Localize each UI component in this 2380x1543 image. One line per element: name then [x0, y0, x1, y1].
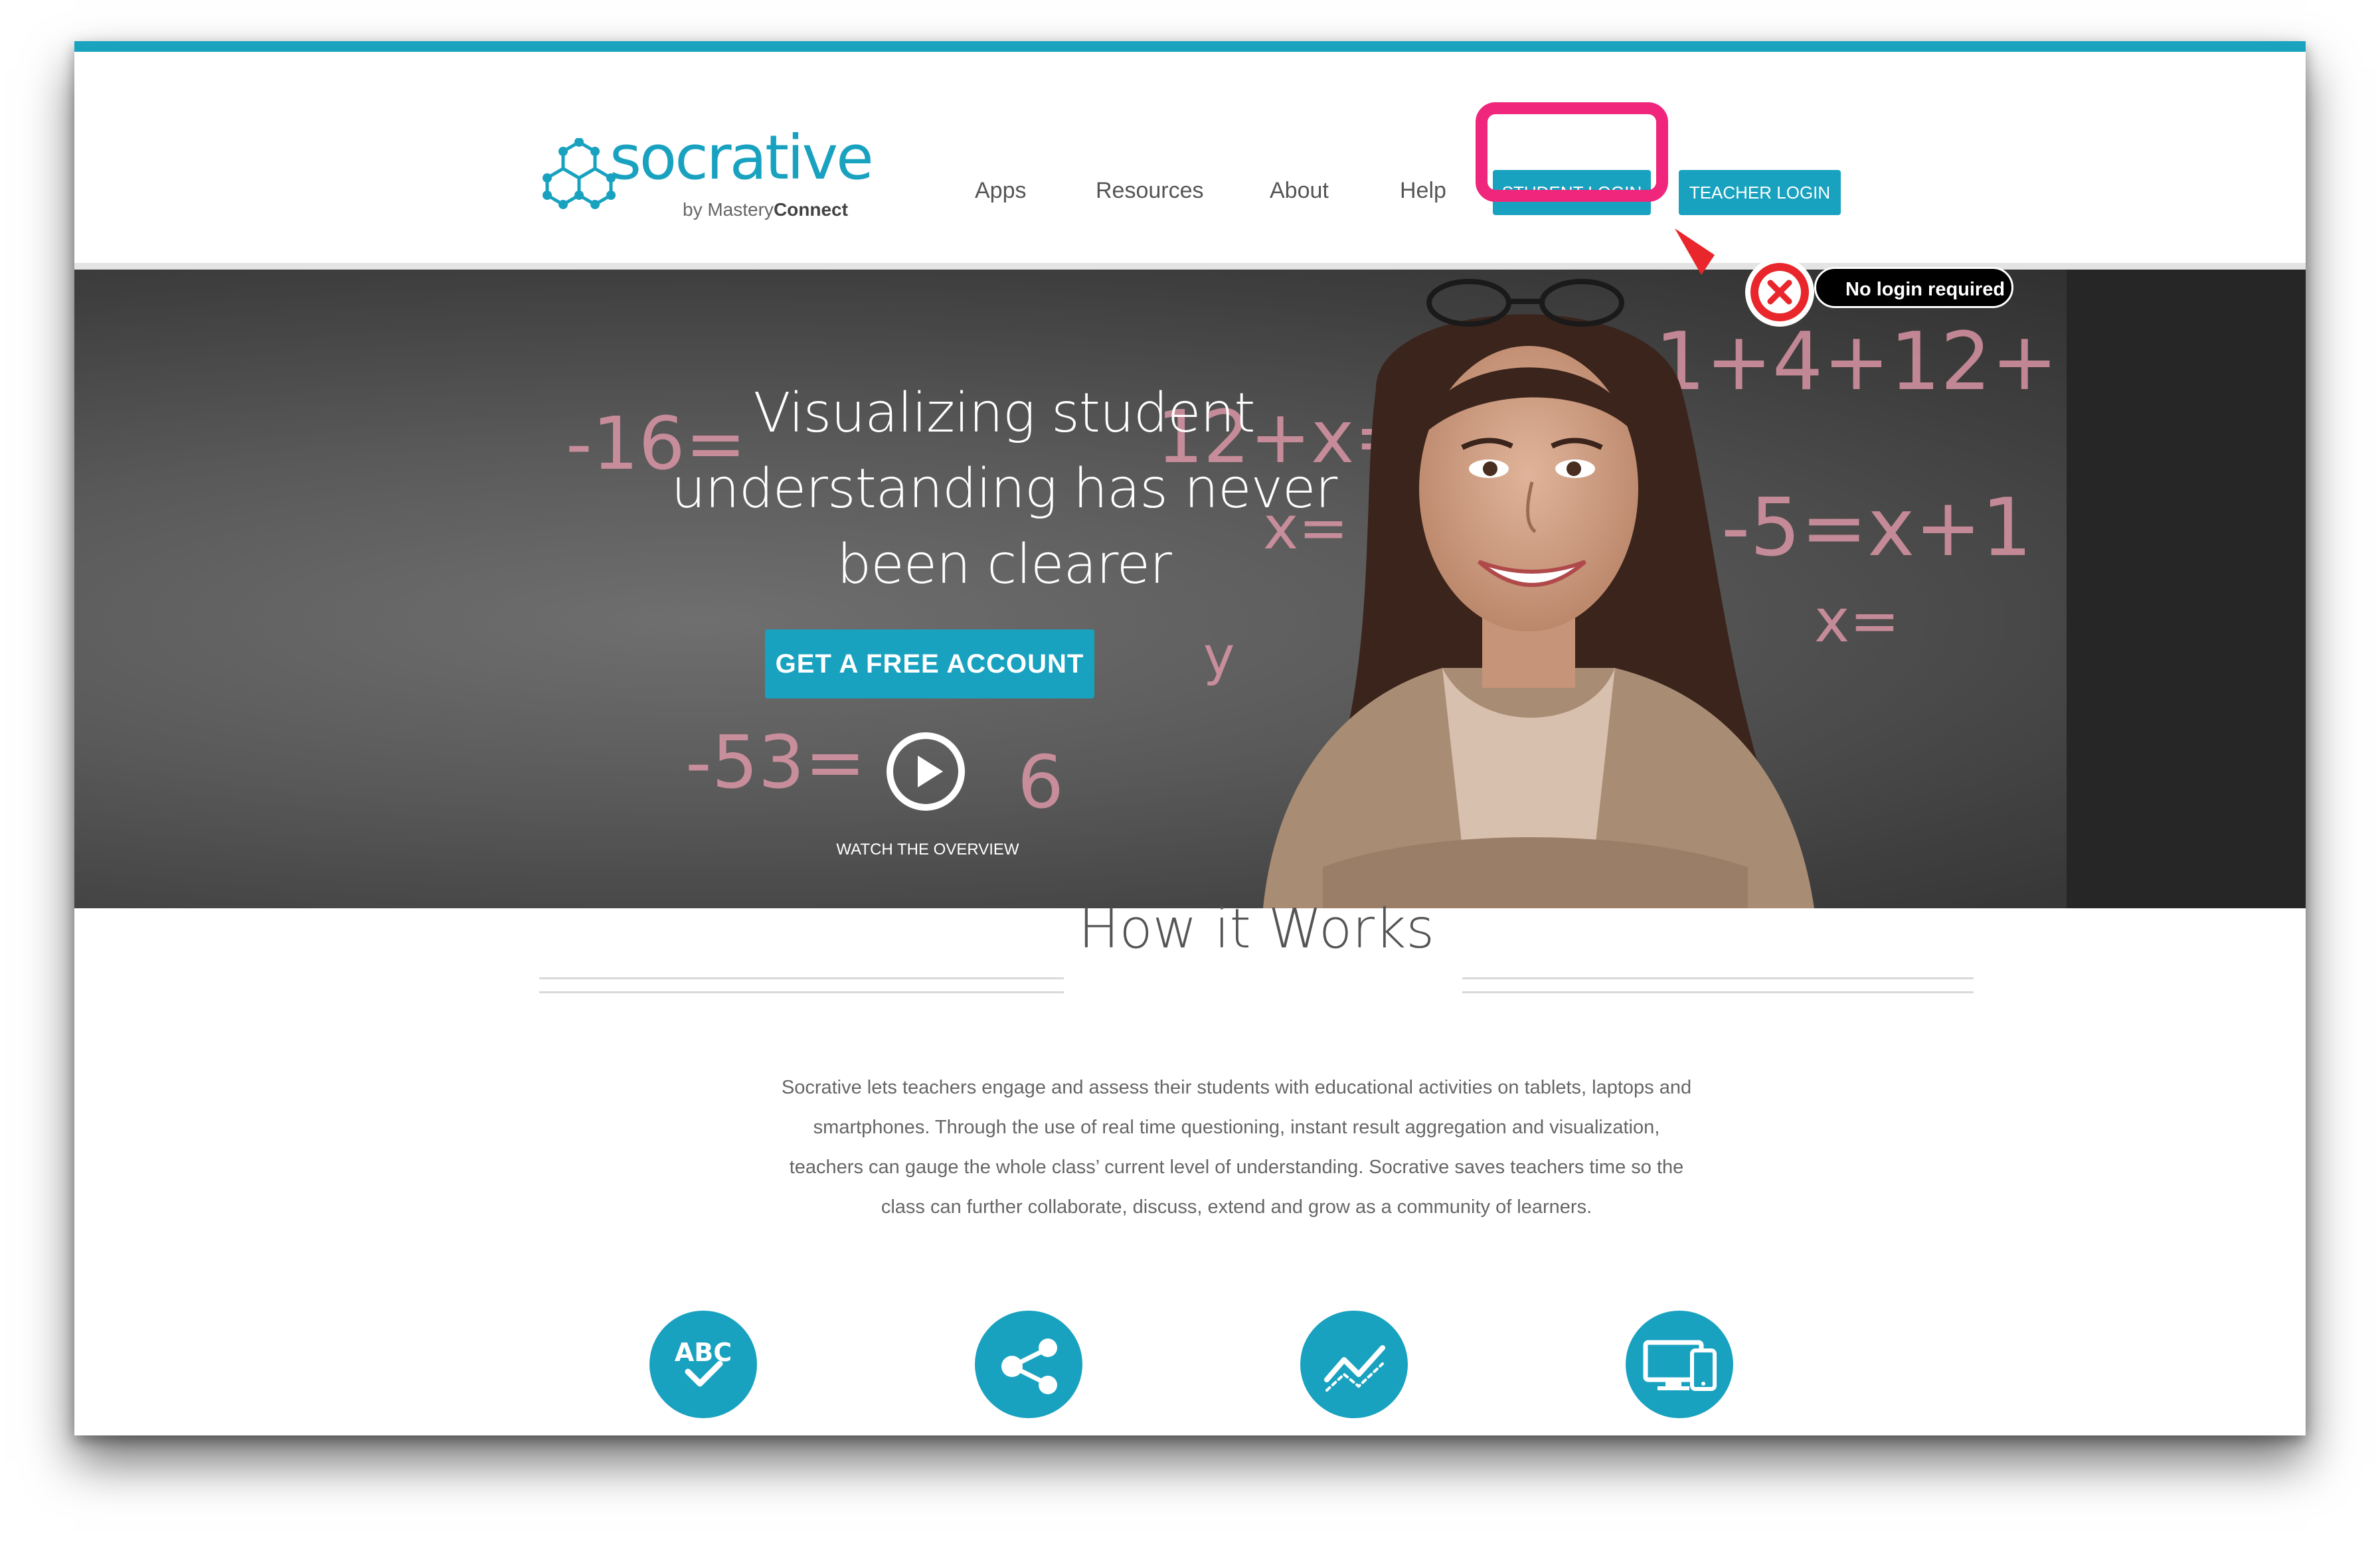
watch-overview-link[interactable]: WATCH THE OVERVIEW — [738, 841, 1117, 859]
play-icon[interactable] — [885, 730, 967, 813]
description-line-1: Socrative lets teachers engage and asses… — [781, 1077, 1692, 1098]
x-circle-icon — [1745, 258, 1814, 327]
feature-devices[interactable] — [1626, 1311, 1733, 1418]
logo-byline: by MasteryConnect — [683, 199, 848, 220]
description-line-3: teachers can gauge the whole class’ curr… — [789, 1157, 1684, 1178]
callout-pointer — [1675, 228, 1715, 275]
nav-apps[interactable]: Apps — [975, 178, 1027, 204]
browser-page: socrative by MasteryConnect Apps Resourc… — [74, 41, 2306, 1435]
annotation-highlight-box — [1476, 102, 1668, 202]
hero-headline-line-3: been clearer — [837, 533, 1172, 596]
chart-trend-icon — [1324, 1345, 1385, 1392]
teacher-login-button[interactable]: TEACHER LOGIN — [1679, 170, 1841, 215]
get-free-account-button[interactable]: GET A FREE ACCOUNT — [765, 629, 1094, 698]
no-login-callout: No login required — [1741, 258, 2020, 327]
divider-right — [1462, 977, 1974, 993]
feature-share[interactable] — [975, 1311, 1082, 1418]
divider-left — [539, 977, 1064, 993]
callout-label: No login required — [1814, 267, 2013, 308]
share-icon — [1001, 1339, 1057, 1394]
logo-wordmark: socrative — [610, 122, 874, 193]
hero-headline: Visualizing student understanding has ne… — [539, 376, 1469, 603]
logo-byline-prefix: by Mastery — [683, 199, 774, 220]
nav-help[interactable]: Help — [1400, 178, 1446, 204]
abc-label: ABC — [675, 1338, 732, 1367]
nav-about[interactable]: About — [1270, 178, 1329, 204]
hexagon-logo-icon — [543, 138, 616, 209]
hero-section: 1+4+12+16 -5=x+1 x= -16= 12+x= x= -53= 6… — [74, 270, 2306, 908]
logo-byline-bold: Connect — [773, 199, 848, 220]
top-accent-bar — [74, 41, 2306, 52]
nav-resources[interactable]: Resources — [1096, 178, 1204, 204]
chalk-eq-8: 6 — [1017, 740, 1064, 825]
abc-check-icon: ABC — [675, 1338, 732, 1387]
chalk-eq-7: -53= — [685, 720, 866, 805]
how-it-works-description: Socrative lets teachers engage and asses… — [705, 1068, 1768, 1227]
description-line-2: smartphones. Through the use of real tim… — [813, 1117, 1660, 1138]
devices-icon — [1643, 1340, 1717, 1391]
site-header: socrative by MasteryConnect Apps Resourc… — [74, 52, 2306, 270]
description-line-4: class can further collaborate, discuss, … — [881, 1196, 1592, 1218]
feature-abc-check[interactable]: ABC — [649, 1311, 757, 1418]
socrative-logo[interactable]: socrative by MasteryConnect — [539, 127, 874, 238]
feature-trend-chart[interactable] — [1300, 1311, 1408, 1418]
how-it-works-heading: How it Works — [1078, 898, 1435, 961]
hero-headline-line-2: understanding has never — [671, 457, 1337, 521]
screenshot-canvas: socrative by MasteryConnect Apps Resourc… — [0, 0, 2380, 1543]
hero-headline-line-1: Visualizing student — [753, 382, 1255, 445]
